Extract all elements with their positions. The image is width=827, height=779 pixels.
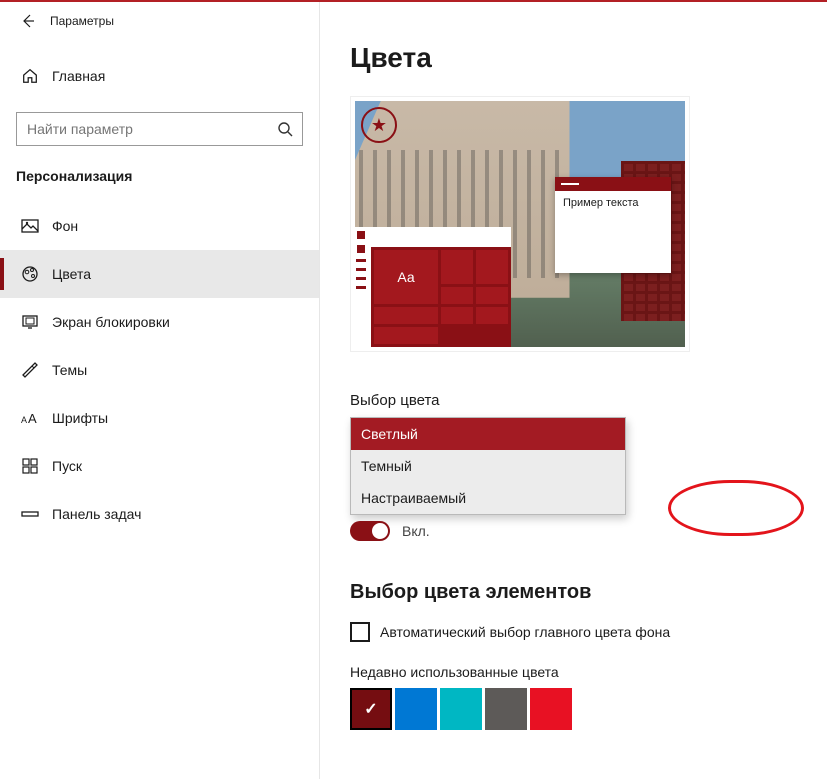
sidebar-item-icon (20, 504, 40, 524)
svg-text:A: A (28, 411, 37, 426)
preview-dot-icon (357, 245, 365, 253)
search-icon (268, 112, 302, 146)
search-input[interactable] (17, 121, 268, 137)
color-swatch[interactable] (530, 688, 572, 730)
group-title: Персонализация (16, 168, 303, 184)
page-title: Цвета (350, 42, 827, 74)
sidebar-item-label: Шрифты (52, 410, 108, 426)
sample-window-title-line (561, 183, 579, 185)
color-swatch[interactable] (485, 688, 527, 730)
dropdown-option[interactable]: Светлый (351, 418, 625, 450)
main: Цвета Пример текста (320, 2, 827, 779)
sidebar-item-icon (20, 216, 40, 236)
preview-tiles: Аа (371, 247, 511, 347)
choose-color-dropdown[interactable]: СветлыйТемныйНастраиваемый (350, 417, 626, 515)
transparency-label: Вкл. (402, 523, 430, 539)
preview-bar-icon (356, 286, 366, 289)
preview-sample-window: Пример текста (555, 177, 671, 273)
sidebar-item[interactable]: Панель задач (0, 490, 319, 538)
transparency-row: Вкл. (350, 521, 827, 541)
preview-bar-icon (356, 259, 366, 262)
svg-text:A: A (21, 415, 27, 425)
preview-bar-icon (356, 268, 366, 271)
preview-tile (476, 250, 508, 284)
preview-tile (476, 307, 508, 324)
sample-window-text: Пример текста (555, 191, 671, 215)
sidebar-item[interactable]: Экран блокировки (0, 298, 319, 346)
preview-card: Пример текста Аа (350, 96, 690, 352)
nav: Фон Цвета Экран блокировки Темы AA Шрифты Пуск… (0, 202, 319, 538)
sidebar-item-label: Фон (52, 218, 78, 234)
sidebar-item[interactable]: Фон (0, 202, 319, 250)
sidebar-item-icon (20, 264, 40, 284)
window-title: Параметры (50, 14, 114, 28)
preview-tile (441, 307, 473, 324)
sidebar: Параметры Главная Персонализация Фон Цвет… (0, 2, 320, 779)
preview-bar-icon (356, 277, 366, 280)
preview-tile (374, 327, 438, 344)
sidebar-item-icon (20, 360, 40, 380)
color-swatch[interactable] (395, 688, 437, 730)
transparency-toggle[interactable] (350, 521, 390, 541)
titlebar: Параметры (0, 2, 319, 40)
home-icon (20, 66, 40, 86)
preview-tile (374, 307, 438, 324)
preview-tile (441, 250, 473, 284)
sidebar-item-label: Панель задач (52, 506, 141, 522)
preview-start-menu: Аа (355, 227, 511, 347)
choose-color-label: Выбор цвета (350, 392, 827, 409)
sidebar-item-icon: AA (20, 408, 40, 428)
sidebar-item-label: Экран блокировки (52, 314, 170, 330)
sidebar-item[interactable]: AA Шрифты (0, 394, 319, 442)
preview-tile-big: Аа (374, 250, 438, 304)
auto-pick-label: Автоматический выбор главного цвета фона (380, 624, 670, 640)
preview-taskbar-icons (355, 227, 367, 347)
recent-colors-row (350, 688, 827, 730)
accent-color-header: Выбор цвета элементов (350, 581, 827, 604)
preview-stamp-icon (361, 107, 397, 143)
auto-pick-checkbox[interactable] (350, 622, 370, 642)
sidebar-item[interactable]: Темы (0, 346, 319, 394)
sidebar-item[interactable]: Пуск (0, 442, 319, 490)
preview-tile (441, 287, 473, 304)
color-swatch[interactable] (350, 688, 392, 730)
sample-window-titlebar (555, 177, 671, 191)
recent-colors-label: Недавно использованные цвета (350, 664, 827, 680)
preview-tile (476, 287, 508, 304)
sidebar-item-label: Пуск (52, 458, 82, 474)
home-link[interactable]: Главная (0, 54, 319, 98)
preview-dot-icon (357, 231, 365, 239)
sidebar-item-label: Цвета (52, 266, 91, 282)
sidebar-item-icon (20, 456, 40, 476)
home-label: Главная (52, 68, 105, 84)
back-button[interactable] (8, 2, 48, 40)
sidebar-item-icon (20, 312, 40, 332)
dropdown-option[interactable]: Темный (351, 450, 625, 482)
sidebar-item[interactable]: Цвета (0, 250, 319, 298)
search-input-wrap[interactable] (16, 112, 303, 146)
app-root: Параметры Главная Персонализация Фон Цвет… (0, 2, 827, 779)
dropdown-option[interactable]: Настраиваемый (351, 482, 625, 514)
sidebar-item-label: Темы (52, 362, 87, 378)
auto-pick-row[interactable]: Автоматический выбор главного цвета фона (350, 622, 827, 642)
preview: Пример текста Аа (355, 101, 685, 347)
color-swatch[interactable] (440, 688, 482, 730)
